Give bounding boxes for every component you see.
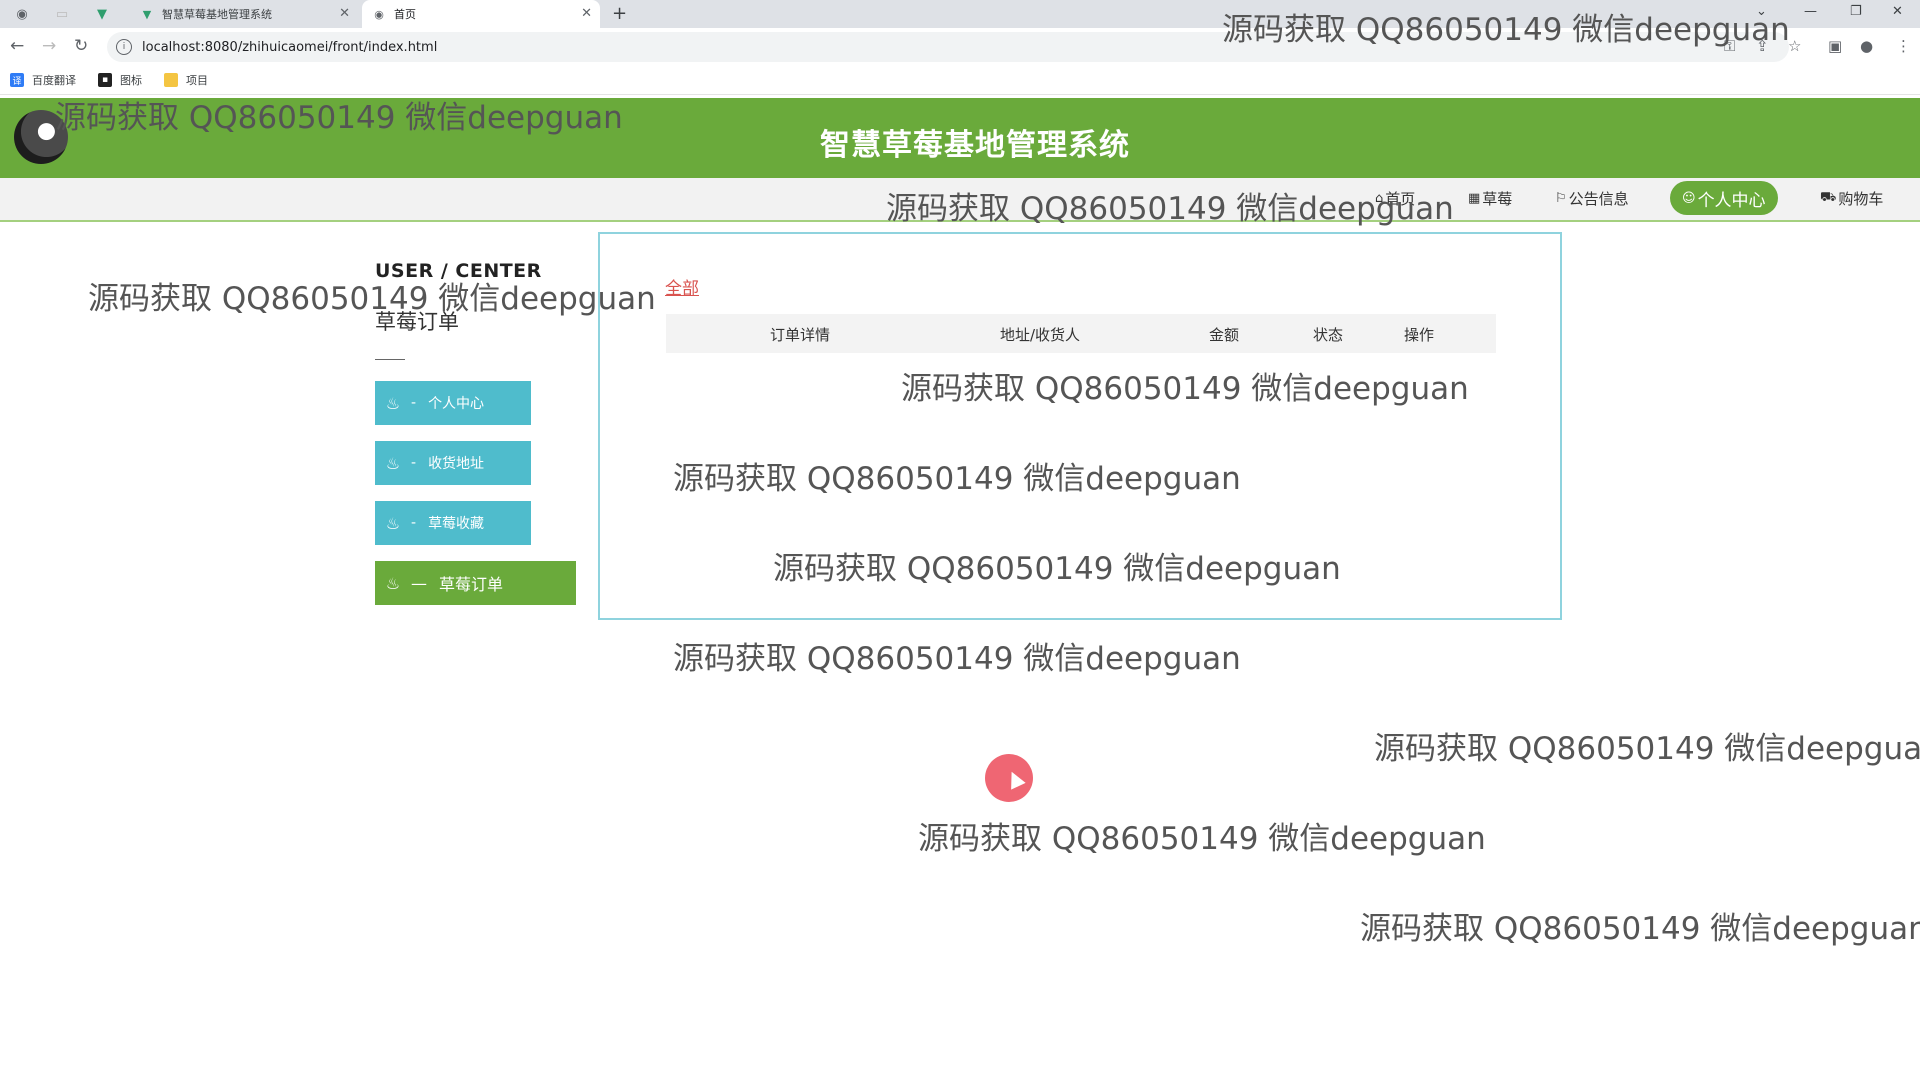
forward-icon[interactable]: → — [42, 36, 56, 56]
sidepanel-icon[interactable]: ▣ — [1828, 37, 1842, 55]
nav-label: 公告信息 — [1568, 190, 1629, 208]
back-icon[interactable]: ← — [10, 36, 24, 56]
dash-mark: - — [411, 515, 417, 531]
sidebar-item-label: 草莓收藏 — [428, 516, 485, 532]
filter-all-tab[interactable]: 全部 — [665, 274, 699, 299]
flame-icon: ♨ — [385, 393, 401, 413]
sidebar-item-label: 个人中心 — [428, 396, 485, 412]
watermark-text: 源码获取 QQ86050149 微信deepguan — [886, 191, 1454, 227]
blank-tab-icon[interactable]: ▭ — [52, 4, 72, 24]
divider — [375, 359, 405, 360]
watermark-text: 源码获取 QQ86050149 微信deepguan — [1222, 12, 1790, 48]
url-text: localhost:8080/zhihuicaomei/front/index.… — [142, 39, 438, 55]
dash-mark: - — [411, 395, 417, 411]
bookmark-label: 项目 — [186, 74, 208, 87]
translate-icon: 译 — [10, 73, 24, 87]
tab-home[interactable]: ◉ 首页 ✕ — [362, 0, 600, 28]
user-icon: ☺ — [1682, 190, 1696, 206]
vue-logo-icon: ▼ — [142, 7, 152, 21]
image-icon: ▪ — [98, 73, 112, 87]
sidebar-item-profile[interactable]: ♨ - 个人中心 — [375, 381, 531, 425]
cart-icon: ⛟ — [1820, 190, 1837, 205]
sidebar-item-favorites[interactable]: ♨ - 草莓收藏 — [375, 501, 531, 545]
nav-label: 个人中心 — [1697, 190, 1766, 211]
minimize-icon[interactable]: — — [1804, 4, 1817, 19]
info-icon[interactable]: i — [116, 39, 132, 55]
column-header: 操作 — [1404, 326, 1435, 344]
watermark-text: 源码获取 QQ86050149 微信deepguan — [918, 821, 1486, 857]
reload-icon[interactable]: ↻ — [74, 36, 88, 56]
flag-icon: ⚐ — [1555, 191, 1567, 206]
watermark-text: 源码获取 QQ86050149 微信deepguan — [1374, 731, 1920, 767]
flame-icon: ♨ — [385, 513, 401, 533]
bookmark-label: 百度翻译 — [32, 74, 76, 87]
tab-admin-system[interactable]: ▼ 智慧草莓基地管理系统 ✕ — [130, 0, 358, 28]
restore-icon[interactable]: ❐ — [1850, 4, 1862, 19]
orders-table-header: 订单详情 地址/收货人 金额 状态 操作 — [666, 314, 1496, 353]
kebab-menu-icon[interactable]: ⋮ — [1896, 37, 1911, 55]
bookmarks-bar: 译 百度翻译 ▪ 图标 项目 — [0, 68, 1920, 95]
watermark-text: 源码获取 QQ86050149 微信deepguan — [55, 100, 623, 136]
nav-item-strawberry[interactable]: ▦ 草莓 — [1468, 188, 1512, 209]
bookmark-project[interactable]: 项目 — [164, 72, 208, 88]
vue-logo-icon[interactable]: ▼ — [92, 4, 112, 24]
folder-icon — [164, 73, 178, 87]
watermark-text: 源码获取 QQ86050149 微信deepguan — [673, 461, 1241, 497]
profile-icon[interactable]: ● — [1860, 37, 1873, 55]
close-icon[interactable]: ✕ — [339, 6, 350, 21]
sidebar-item-orders[interactable]: ♨ — 草莓订单 — [375, 561, 576, 605]
nav-label: 草莓 — [1482, 190, 1513, 208]
new-tab-icon[interactable]: + — [612, 3, 627, 24]
sidebar-item-label: 草莓订单 — [439, 575, 504, 594]
column-header: 订单详情 — [770, 326, 831, 344]
tab-label: 首页 — [394, 8, 416, 21]
tab-label: 智慧草莓基地管理系统 — [162, 8, 272, 21]
globe-icon: ◉ — [374, 7, 384, 21]
close-icon[interactable]: ✕ — [581, 6, 592, 21]
watermark-text: 源码获取 QQ86050149 微信deepguan — [673, 641, 1241, 677]
column-header: 状态 — [1313, 326, 1344, 344]
column-header: 地址/收货人 — [1000, 326, 1081, 344]
window-close-icon[interactable]: ✕ — [1892, 4, 1903, 19]
nav-label: 购物车 — [1838, 190, 1884, 208]
globe-icon[interactable]: ◉ — [12, 4, 32, 24]
flame-icon: ♨ — [385, 453, 401, 473]
dash-mark: - — [411, 455, 417, 471]
bookmark-label: 图标 — [120, 74, 142, 87]
grid-icon: ▦ — [1468, 191, 1481, 206]
nav-item-user-center[interactable]: ☺ 个人中心 — [1670, 181, 1778, 215]
watermark-text: 源码获取 QQ86050149 微信deepguan — [88, 281, 656, 317]
sidebar-item-label: 收货地址 — [428, 456, 485, 472]
watermark-text: 源码获取 QQ86050149 微信deepguan — [1360, 911, 1920, 947]
bookmark-icons[interactable]: ▪ 图标 — [98, 72, 142, 88]
dash-mark: — — [411, 573, 427, 593]
sidebar-item-address[interactable]: ♨ - 收货地址 — [375, 441, 531, 485]
watermark-text: 源码获取 QQ86050149 微信deepguan — [773, 551, 1341, 587]
nav-item-announcements[interactable]: ⚐ 公告信息 — [1555, 188, 1629, 209]
watermark-text: 源码获取 QQ86050149 微信deepguan — [901, 371, 1469, 407]
flame-icon: ♨ — [385, 573, 401, 593]
column-header: 金额 — [1209, 326, 1240, 344]
bookmark-baidu-translate[interactable]: 译 百度翻译 — [10, 72, 76, 88]
nav-item-cart[interactable]: ⛟ 购物车 — [1820, 188, 1883, 209]
star-icon[interactable]: ☆ — [1788, 37, 1801, 55]
